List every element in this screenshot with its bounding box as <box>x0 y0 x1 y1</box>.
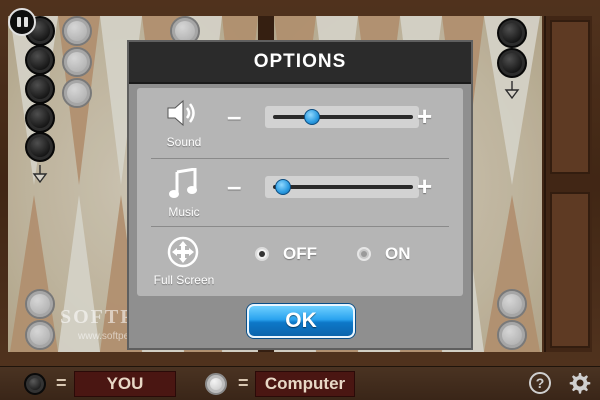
divider <box>151 226 449 227</box>
radio-unselected-icon[interactable] <box>357 247 371 261</box>
music-slider-knob[interactable] <box>274 179 291 195</box>
music-slider[interactable] <box>265 176 419 198</box>
fullscreen-label: Full Screen <box>153 273 215 287</box>
player-name-computer: Computer <box>255 371 355 397</box>
options-dialog: OPTIONS Sound – + Music – + Full Screen … <box>127 40 473 350</box>
radio-selected-icon[interactable] <box>255 247 269 261</box>
fullscreen-off-label: OFF <box>283 244 317 263</box>
sound-slider-knob[interactable] <box>304 109 321 125</box>
sound-slider-track <box>273 115 413 119</box>
divider <box>151 158 449 159</box>
player-name-you: YOU <box>74 371 176 397</box>
music-row: Music – + <box>151 162 449 228</box>
player-checker-black <box>24 373 46 395</box>
equals-sign: = <box>56 373 67 393</box>
sound-increase-button[interactable]: + <box>417 103 432 129</box>
dialog-title: OPTIONS <box>129 42 471 84</box>
music-label: Music <box>168 205 200 219</box>
equals-sign: = <box>238 373 249 393</box>
fullscreen-off-option[interactable]: OFF <box>255 244 317 264</box>
fullscreen-on-label: ON <box>385 244 411 263</box>
sound-label: Sound <box>166 135 202 149</box>
gear-icon[interactable] <box>567 371 591 395</box>
help-button[interactable]: ? <box>529 372 551 394</box>
fullscreen-icon <box>159 236 207 270</box>
fullscreen-on-option[interactable]: ON <box>357 244 411 264</box>
sound-row: Sound – + <box>151 92 449 158</box>
player-checker-white <box>205 373 227 395</box>
music-note-icon <box>159 168 207 202</box>
music-decrease-button[interactable]: – <box>227 173 241 199</box>
music-increase-button[interactable]: + <box>417 173 432 199</box>
speaker-icon <box>159 98 207 132</box>
ok-button[interactable]: OK <box>247 304 355 338</box>
fullscreen-row: Full Screen OFF ON <box>151 230 449 296</box>
sound-slider[interactable] <box>265 106 419 128</box>
players-bar: = YOU = Computer ? <box>0 366 600 400</box>
options-panel: Sound – + Music – + Full Screen OFF ON <box>137 88 463 296</box>
music-slider-track <box>273 185 413 189</box>
sound-decrease-button[interactable]: – <box>227 103 241 129</box>
